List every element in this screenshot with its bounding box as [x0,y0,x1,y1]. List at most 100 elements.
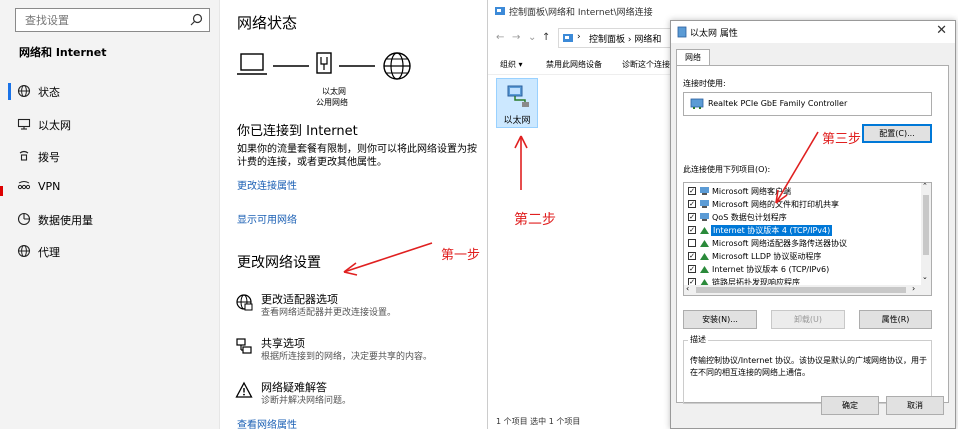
description-text: 传输控制协议/Internet 协议。该协议是默认的广域网络协议，用于在不同的相… [690,356,928,377]
sidebar-item-status[interactable]: 状态 [0,76,219,108]
settings-window: 网络和 Internet 状态 以太网 拨号 VPN 数据使用量 代理 网络状态 [0,0,487,429]
items-label: 此连接使用下列项目(O): [683,165,771,174]
sidebar-item-label: 状态 [38,86,60,99]
list-item[interactable]: ✓ Internet 协议版本 6 (TCP/IPv6) [686,263,918,276]
protocol-icon [700,227,709,234]
checkbox[interactable]: ✓ [688,265,696,273]
list-item[interactable]: ✓ Microsoft 网络的文件和打印机共享 [686,198,918,211]
sidebar-item-ethernet[interactable]: 以太网 [0,109,219,141]
close-icon[interactable]: ✕ [936,23,947,38]
settings-sidebar: 网络和 Internet 状态 以太网 拨号 VPN 数据使用量 代理 [0,0,220,429]
internet-globe-icon [383,52,411,80]
list-item[interactable]: ✓ Microsoft 网络客户端 [686,185,918,198]
network-troubleshooter[interactable]: 网络疑难解答 诊断并解决网络问题。 [235,379,485,415]
checkbox[interactable]: ✓ [688,213,696,221]
dialog-titlebar[interactable]: 以太网 属性 ✕ [671,21,955,43]
up-arrow-icon[interactable]: ↑ [542,32,550,43]
list-item[interactable]: Microsoft 网络适配器多路传送器协议 [686,237,918,250]
adapter-name-box: Realtek PCIe GbE Family Controller [683,92,932,116]
list-item-label: Microsoft 网络的文件和打印机共享 [712,200,839,209]
network-adapter-icon [677,26,687,38]
list-item-label: Microsoft 网络适配器多路传送器协议 [712,239,847,248]
red-marker [0,186,3,196]
adapter-name: Realtek PCIe GbE Family Controller [708,99,848,108]
checkbox[interactable]: ✓ [688,187,696,195]
ethernet-adapter-item[interactable]: 以太网 [496,78,538,128]
recent-dropdown-icon[interactable]: ⌄ [528,32,536,43]
list-item[interactable]: ✓ Microsoft LLDP 协议驱动程序 [686,250,918,263]
scroll-down-icon[interactable]: ⌄ [922,273,928,281]
change-adapter-options[interactable]: 更改适配器选项 查看网络适配器并更改连接设置。 [235,291,485,327]
step1-label: 第一步 [441,248,481,263]
disable-device-button[interactable]: 禁用此网络设备 [546,59,602,70]
vertical-scrollbar[interactable]: ⌃ ⌄ [921,183,931,285]
globe-icon [17,244,31,258]
view-network-properties-link[interactable]: 查看网络属性 [237,416,297,429]
nav-header: 网络和 Internet [19,46,107,59]
ethernet-properties-dialog: 以太网 属性 ✕ 网络 连接时使用: Realtek PCIe GbE Fami… [670,20,956,429]
diagnose-button[interactable]: 诊断这个连接 [622,59,670,70]
list-item[interactable]: ✓ QoS 数据包计划程序 [686,211,918,224]
sidebar-item-label: 拨号 [38,151,60,164]
breadcrumb: 控制面板 › 网络和 [589,35,662,45]
share-icon [236,338,252,354]
search-box[interactable] [15,8,210,32]
sidebar-item-label: 以太网 [38,119,71,132]
tab-panel: 连接时使用: Realtek PCIe GbE Family Controlle… [676,65,949,404]
scroll-right-icon[interactable]: › [912,284,915,293]
back-arrow-icon[interactable]: ← [496,32,504,43]
checkbox[interactable]: ✓ [688,226,696,234]
search-input[interactable] [16,9,181,31]
option-desc: 诊断并解决网络问题。 [261,396,352,406]
status-bar: 1 个项目 选中 1 个项目 [496,417,581,426]
scroll-left-icon[interactable]: ‹ [686,284,689,293]
show-available-networks-link[interactable]: 显示可用网络 [237,211,297,226]
sidebar-item-vpn[interactable]: VPN [0,172,219,204]
step2-label: 第二步 [514,212,556,228]
organize-menu[interactable]: 组织 ▾ [500,59,523,70]
vpn-icon [17,181,31,190]
scroll-up-icon[interactable]: ⌃ [922,183,928,190]
cancel-button[interactable]: 取消 [886,396,944,415]
list-item-label: Internet 协议版本 4 (TCP/IPv4) [711,225,833,236]
warning-icon [235,381,253,398]
forward-arrow-icon[interactable]: → [512,32,520,43]
monitor-icon [17,118,31,130]
adapter-label: 以太网 [503,116,531,126]
dialog-title: 以太网 属性 [690,29,738,39]
sidebar-item-proxy[interactable]: 代理 [0,236,219,268]
window-title: 控制面板\网络和 Internet\网络连接 [509,8,653,18]
settings-main: 网络状态 以太网 公用网络 你已连接到 Internet 如果你的流量套餐有限制… [221,0,487,429]
uninstall-button[interactable]: 卸载(U) [771,310,845,329]
properties-button[interactable]: 属性(R) [859,310,932,329]
scroll-thumb[interactable] [923,195,929,255]
sidebar-item-dialup[interactable]: 拨号 [0,141,219,173]
window-titlebar[interactable]: 控制面板\网络和 Internet\网络连接 [488,0,670,22]
list-item-selected[interactable]: ✓ Internet 协议版本 4 (TCP/IPv4) [686,224,918,237]
search-icon[interactable] [190,13,203,26]
monitor-icon [700,200,709,208]
sidebar-item-data-usage[interactable]: 数据使用量 [0,204,219,236]
scroll-thumb[interactable] [696,287,906,293]
command-bar: 组织 ▾ 禁用此网络设备 诊断这个连接 [488,55,670,75]
change-connection-properties-link[interactable]: 更改连接属性 [237,177,297,192]
option-desc: 查看网络适配器并更改连接设置。 [261,308,397,318]
sidebar-item-label: VPN [38,180,61,193]
ok-button[interactable]: 确定 [821,396,879,415]
sharing-options[interactable]: 共享选项 根据所连接到的网络，决定要共享的内容。 [235,335,485,371]
tab-network[interactable]: 网络 [676,49,710,66]
checkbox[interactable] [688,239,696,247]
address-box[interactable]: › 控制面板 › 网络和 [558,28,670,48]
change-settings-title: 更改网络设置 [237,255,321,271]
list-item-label: Internet 协议版本 6 (TCP/IPv6) [712,265,830,274]
checkbox[interactable]: ✓ [688,252,696,260]
configure-button[interactable]: 配置(C)... [862,124,932,143]
diagram-label-network: 公用网络 [316,98,348,107]
list-item-label: Microsoft LLDP 协议驱动程序 [712,252,822,261]
checkbox[interactable]: ✓ [688,200,696,208]
components-list[interactable]: ✓ Microsoft 网络客户端 ✓ Microsoft 网络的文件和打印机共… [683,182,932,296]
install-button[interactable]: 安装(N)... [683,310,757,329]
control-panel-icon [563,34,573,42]
horizontal-scrollbar[interactable]: ‹ › [684,284,931,295]
option-desc: 根据所连接到的网络，决定要共享的内容。 [261,352,433,362]
